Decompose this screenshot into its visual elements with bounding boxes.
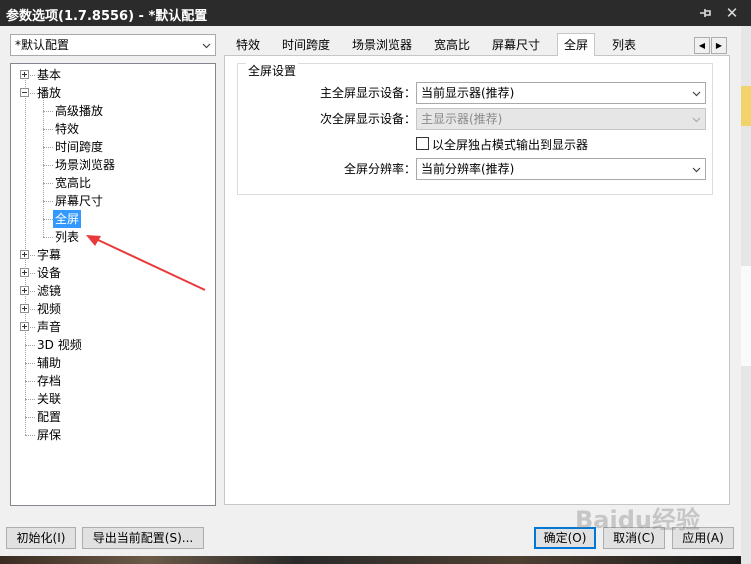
- tree-item[interactable]: 字幕: [37, 246, 61, 264]
- tree-guide-line: [43, 147, 53, 148]
- tree-guide-line: [25, 399, 35, 400]
- background-app-strip: [741, 26, 751, 564]
- expand-plus-icon[interactable]: [20, 268, 29, 277]
- tree-item[interactable]: 场景浏览器: [55, 156, 115, 174]
- tab-6[interactable]: 列表: [606, 36, 642, 56]
- secondary-display-label: 次全屏显示设备：: [319, 112, 416, 126]
- tree-item[interactable]: 时间跨度: [55, 138, 103, 156]
- tree-item[interactable]: 基本: [37, 66, 61, 84]
- tree-guide-line: [43, 165, 53, 166]
- resolution-value: 当前分辨率(推荐): [421, 162, 515, 176]
- window-title: 参数选项(1.7.8556) - *默认配置: [6, 9, 208, 24]
- tree-item[interactable]: 高级播放: [55, 102, 103, 120]
- profile-select[interactable]: *默认配置: [10, 34, 216, 56]
- background-taskbar-strip: [0, 556, 741, 564]
- expand-plus-icon[interactable]: [20, 70, 29, 79]
- tree-guide-line: [43, 219, 53, 220]
- tree-item[interactable]: 关联: [37, 390, 61, 408]
- chevron-down-icon: [692, 117, 701, 123]
- tree-guide-line: [43, 129, 53, 130]
- expand-plus-icon[interactable]: [20, 250, 29, 259]
- tree-item[interactable]: 视频: [37, 300, 61, 318]
- tree-item[interactable]: 全屏: [53, 210, 82, 228]
- resolution-select[interactable]: 当前分辨率(推荐): [416, 158, 706, 180]
- exclusive-mode-checkbox[interactable]: [416, 137, 429, 150]
- expand-plus-icon[interactable]: [20, 322, 29, 331]
- resolution-label: 全屏分辨率：: [343, 162, 416, 176]
- fullscreen-settings-group: 全屏设置 主全屏显示设备： 当前显示器(推荐) 次全屏显示设备： 主显示器(推荐…: [237, 62, 713, 195]
- tree-item[interactable]: 存档: [37, 372, 61, 390]
- tree-guide-line: [43, 237, 53, 238]
- tree-guide-line: [43, 201, 53, 202]
- tree-guide-line: [25, 435, 35, 436]
- tree-item[interactable]: 播放: [37, 84, 61, 102]
- tab-2[interactable]: 场景浏览器: [346, 36, 418, 56]
- tab-strip: ◀ ▶ 特效 时间跨度 场景浏览器 宽高比 屏幕尺寸 全屏 列表: [224, 33, 730, 56]
- secondary-display-select[interactable]: 主显示器(推荐): [416, 108, 706, 130]
- close-icon[interactable]: ✕: [722, 3, 742, 23]
- tree-guide-line: [25, 417, 35, 418]
- primary-display-value: 当前显示器(推荐): [421, 86, 515, 100]
- exclusive-mode-label[interactable]: 以全屏独占模式输出到显示器: [432, 136, 588, 153]
- tree-item[interactable]: 特效: [55, 120, 79, 138]
- tab-5[interactable]: 全屏: [557, 33, 596, 56]
- secondary-display-value: 主显示器(推荐): [421, 112, 503, 126]
- tree-item[interactable]: 滤镜: [37, 282, 61, 300]
- chevron-down-icon: [692, 167, 701, 173]
- primary-display-select[interactable]: 当前显示器(推荐): [416, 82, 706, 104]
- tree-item[interactable]: 设备: [37, 264, 61, 282]
- chevron-down-icon: [692, 91, 701, 97]
- dialog-client: *默认配置 基本 播放 高级播放 特效 时间跨度 场景浏览器 宽高比 屏幕尺寸 全屏 列表 字幕 设备…: [0, 26, 741, 556]
- title-bar: 参数选项(1.7.8556) - *默认配置 ✕: [0, 0, 751, 26]
- tree-item[interactable]: 屏保: [37, 426, 61, 444]
- export-config-button[interactable]: 导出当前配置(S)...: [82, 527, 204, 549]
- expand-plus-icon[interactable]: [20, 286, 29, 295]
- background-decoration: [741, 86, 751, 126]
- group-title: 全屏设置: [246, 62, 299, 79]
- tab-1[interactable]: 时间跨度: [276, 36, 336, 56]
- chevron-down-icon: [202, 43, 211, 49]
- tree-item[interactable]: 宽高比: [55, 174, 91, 192]
- tab-page-fullscreen: 全屏设置 主全屏显示设备： 当前显示器(推荐) 次全屏显示设备： 主显示器(推荐…: [224, 55, 730, 505]
- tree-item[interactable]: 3D 视频: [37, 336, 82, 354]
- tree-item[interactable]: 声音: [37, 318, 61, 336]
- expand-plus-icon[interactable]: [20, 304, 29, 313]
- tree-item[interactable]: 列表: [55, 228, 79, 246]
- reset-button[interactable]: 初始化(I): [6, 527, 76, 549]
- tab-scroll-left-button[interactable]: ◀: [694, 37, 710, 54]
- tree-guide-line: [43, 98, 44, 237]
- tree-item[interactable]: 辅助: [37, 354, 61, 372]
- tree-guide-line: [43, 111, 53, 112]
- profile-select-value: *默认配置: [15, 38, 70, 52]
- tree-guide-line: [43, 183, 53, 184]
- tab-4[interactable]: 屏幕尺寸: [486, 36, 546, 56]
- tab-0[interactable]: 特效: [230, 36, 266, 56]
- tab-scroll-right-button[interactable]: ▶: [711, 37, 727, 54]
- watermark: Baidu经验: [575, 506, 700, 534]
- background-decoration: [741, 266, 751, 366]
- tree-item[interactable]: 配置: [37, 408, 61, 426]
- tree-guide-line: [25, 363, 35, 364]
- tree-guide-line: [25, 381, 35, 382]
- settings-tree[interactable]: 基本 播放 高级播放 特效 时间跨度 场景浏览器 宽高比 屏幕尺寸 全屏 列表 字幕 设备 滤镜 视频 声音…: [10, 63, 216, 506]
- tree-item[interactable]: 屏幕尺寸: [55, 192, 103, 210]
- collapse-minus-icon[interactable]: [20, 88, 29, 97]
- tab-3[interactable]: 宽高比: [428, 36, 476, 56]
- pin-icon[interactable]: [696, 4, 714, 22]
- tree-guide-line: [25, 345, 35, 346]
- primary-display-label: 主全屏显示设备：: [319, 86, 416, 100]
